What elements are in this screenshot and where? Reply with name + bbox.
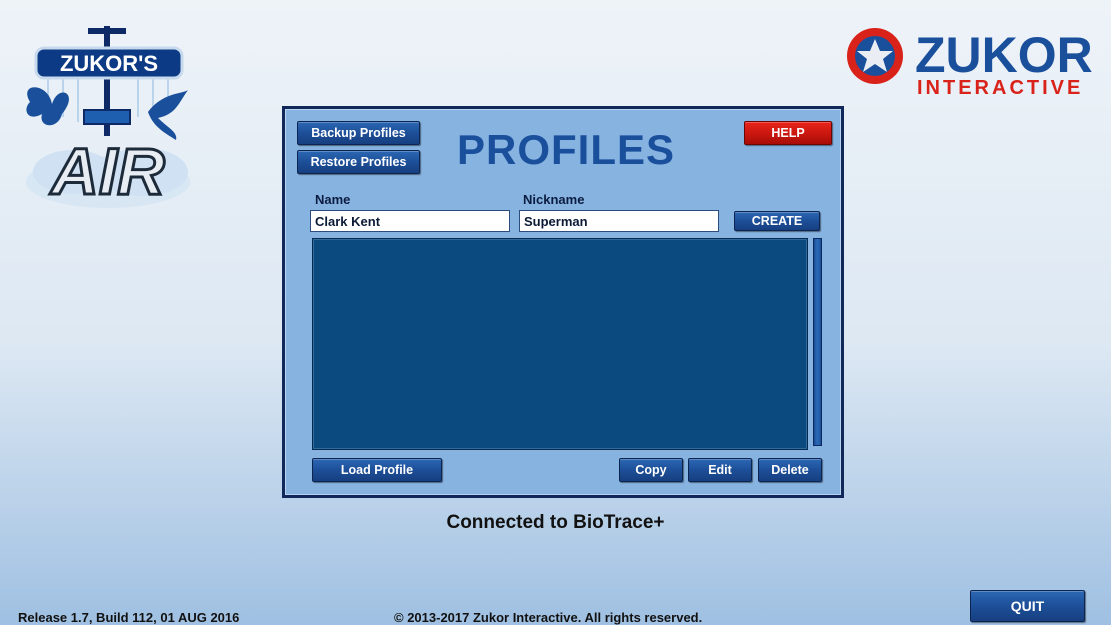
restore-profiles-button[interactable]: Restore Profiles [297,150,420,174]
page-title: PROFILES [457,126,676,173]
logo-zukors-text: ZUKOR'S [60,51,158,76]
release-info: Release 1.7, Build 112, 01 AUG 2016 [18,610,240,625]
profile-list[interactable] [312,238,808,450]
profiles-panel: Backup Profiles Restore Profiles PROFILE… [282,106,844,498]
zukors-air-logo: ZUKOR'S AIR [18,22,198,212]
create-button[interactable]: CREATE [734,211,820,231]
zukor-interactive-logo: ZUKOR INTERACTIVE [845,24,1105,99]
connection-status: Connected to BioTrace+ [446,512,665,533]
logo-air-text: AIR [49,134,165,208]
quit-button[interactable]: QUIT [970,590,1085,622]
name-label: Name [315,192,351,207]
name-input[interactable] [310,210,510,232]
copyright-text: © 2013-2017 Zukor Interactive. All right… [394,610,703,625]
edit-button[interactable]: Edit [688,458,752,482]
nickname-label: Nickname [523,192,585,207]
profile-list-scrollbar[interactable] [810,238,823,448]
load-profile-button[interactable]: Load Profile [312,458,442,482]
delete-button[interactable]: Delete [758,458,822,482]
brand-name-text: ZUKOR [915,27,1093,83]
brand-sub-text: INTERACTIVE [917,77,1083,96]
scrollbar-thumb[interactable] [813,238,822,446]
backup-profiles-button[interactable]: Backup Profiles [297,121,420,145]
help-button[interactable]: HELP [744,121,832,145]
copy-button[interactable]: Copy [619,458,683,482]
nickname-input[interactable] [519,210,719,232]
